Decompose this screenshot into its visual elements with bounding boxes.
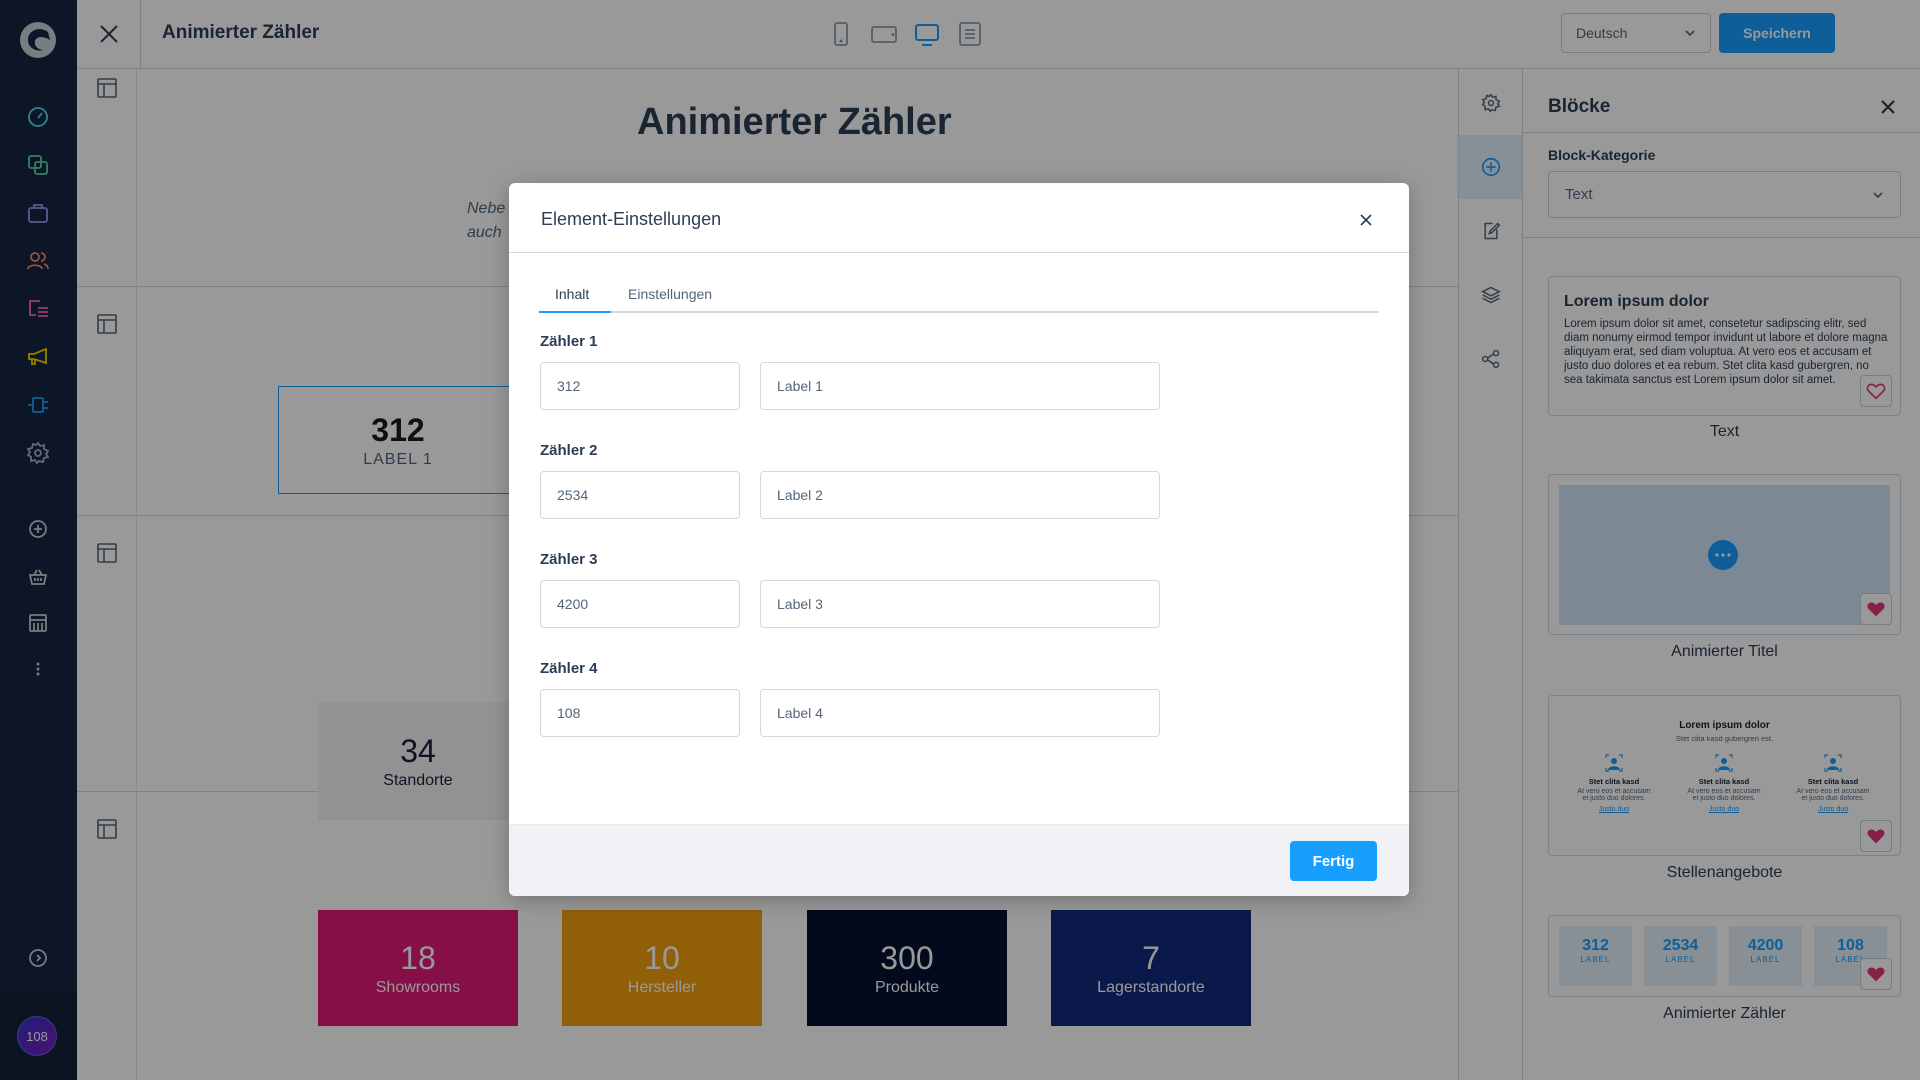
tab-inhalt[interactable]: Inhalt (555, 286, 589, 302)
counter-1-value-input[interactable]: 312 (540, 362, 740, 410)
modal-footer: Fertig (509, 824, 1409, 896)
counter-2-label-input[interactable]: Label 2 (760, 471, 1160, 519)
counter-4-label-input[interactable]: Label 4 (760, 689, 1160, 737)
modal-close-button[interactable] (1357, 211, 1375, 229)
counter-3-label: Zähler 3 (540, 551, 598, 568)
element-settings-modal: Element-Einstellungen Inhalt Einstellung… (509, 183, 1409, 896)
modal-tabs: Inhalt Einstellungen (539, 280, 1379, 313)
counter-1-label-input[interactable]: Label 1 (760, 362, 1160, 410)
modal-title: Element-Einstellungen (541, 209, 722, 229)
close-icon (1360, 214, 1372, 226)
done-button[interactable]: Fertig (1290, 841, 1377, 881)
counter-1-label: Zähler 1 (540, 333, 598, 350)
counter-3-value-input[interactable]: 4200 (540, 580, 740, 628)
counter-2-value-input[interactable]: 2534 (540, 471, 740, 519)
counter-4-value-input[interactable]: 108 (540, 689, 740, 737)
counter-2-label: Zähler 2 (540, 442, 598, 459)
tab-einstellungen[interactable]: Einstellungen (628, 286, 712, 302)
active-tab-indicator (539, 311, 611, 313)
counter-4-label: Zähler 4 (540, 660, 598, 677)
counter-3-label-input[interactable]: Label 3 (760, 580, 1160, 628)
